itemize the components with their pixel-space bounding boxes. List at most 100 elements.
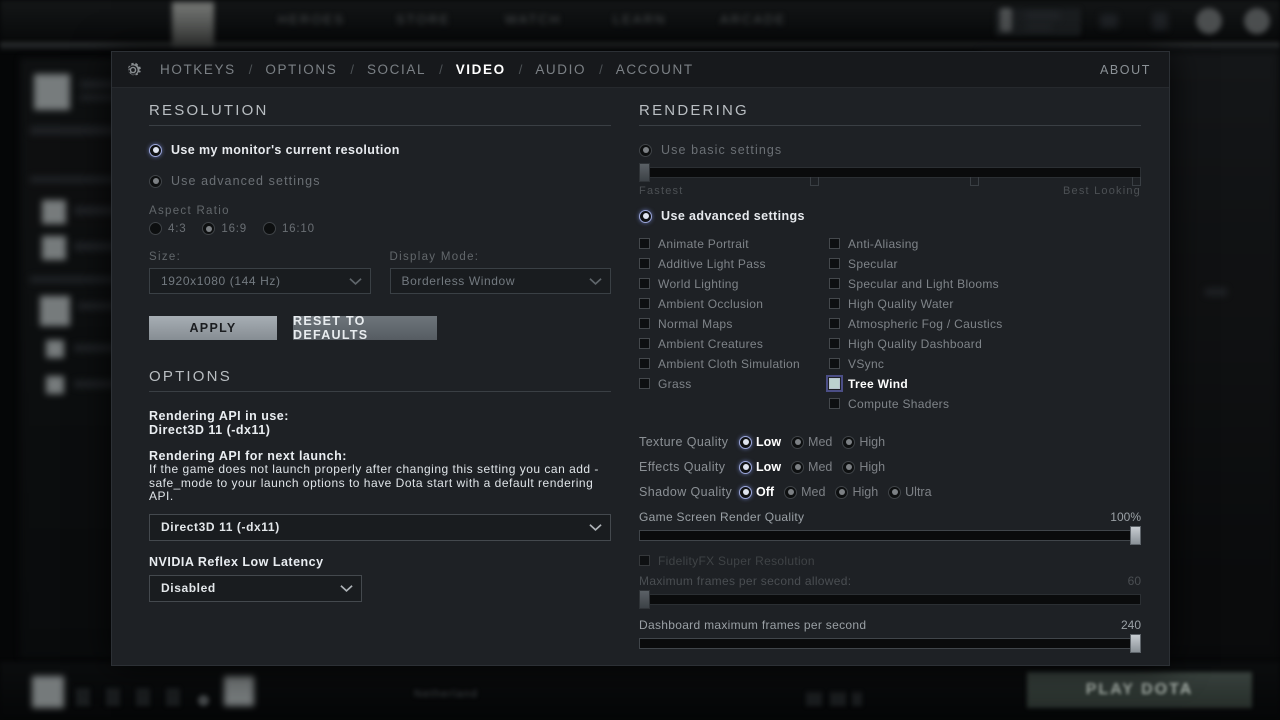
radio-effects-quality-med[interactable]: Med: [791, 460, 832, 474]
checkbox-anti-aliasing-box[interactable]: [829, 238, 841, 249]
dashboard-fps-slider-thumb[interactable]: [1130, 634, 1141, 653]
radio-effects-quality-med-dot[interactable]: [791, 460, 805, 474]
basic-quality-slider[interactable]: [639, 163, 1141, 186]
radio-effects-quality-high-dot[interactable]: [842, 460, 856, 474]
basic-quality-slider-thumb[interactable]: [639, 163, 651, 182]
checkbox-high-quality-water[interactable]: High Quality Water: [829, 297, 1069, 311]
checkbox-specular-light-blooms[interactable]: Specular and Light Blooms: [829, 277, 1069, 291]
tab-social[interactable]: SOCIAL: [365, 62, 428, 77]
radio-effects-quality-low[interactable]: Low: [739, 460, 781, 474]
tab-video[interactable]: VIDEO: [454, 62, 508, 77]
dashboard-fps-slider-track[interactable]: [639, 638, 1141, 649]
radio-aspect-4-3[interactable]: [149, 222, 162, 235]
rendering-section-title: RENDERING: [639, 102, 749, 119]
radio-shadow-quality-high[interactable]: High: [835, 485, 878, 499]
tab-account[interactable]: ACCOUNT: [614, 62, 696, 77]
checkbox-fidelityfx-super-resolution-box[interactable]: [639, 555, 651, 566]
checkbox-high-quality-water-box[interactable]: [829, 298, 841, 309]
radio-aspect-16-9[interactable]: [202, 222, 216, 235]
basic-quality-slider-track[interactable]: [639, 167, 1141, 178]
radio-texture-quality-high-dot[interactable]: [842, 435, 856, 449]
checkbox-specular-light-blooms-box[interactable]: [829, 278, 841, 289]
radio-texture-quality-med-dot[interactable]: [791, 435, 805, 449]
checkbox-specular-box[interactable]: [829, 258, 841, 269]
checkbox-high-quality-dashboard-box[interactable]: [829, 338, 841, 349]
radio-use-monitor-resolution-dot[interactable]: [149, 143, 162, 157]
render-quality-slider[interactable]: [639, 526, 1141, 545]
checkbox-compute-shaders[interactable]: Compute Shaders: [829, 397, 1069, 411]
checkbox-normal-maps[interactable]: Normal Maps: [639, 317, 829, 331]
radio-texture-quality-low-dot[interactable]: [739, 435, 753, 449]
checkbox-animate-portrait[interactable]: Animate Portrait: [639, 237, 829, 251]
radio-texture-quality-high[interactable]: High: [842, 435, 885, 449]
apply-button[interactable]: APPLY: [149, 316, 277, 340]
rendering-api-dropdown[interactable]: Direct3D 11 (-dx11): [149, 513, 612, 541]
radio-effects-quality-high[interactable]: High: [842, 460, 885, 474]
checkbox-ambient-cloth-simulation-box[interactable]: [639, 358, 651, 369]
checkbox-additive-light-pass[interactable]: Additive Light Pass: [639, 257, 829, 271]
radio-shadow-quality-off[interactable]: Off: [739, 485, 774, 499]
max-fps-slider[interactable]: [639, 590, 1141, 609]
checkbox-grass[interactable]: Grass: [639, 377, 829, 391]
radio-shadow-quality-off-dot[interactable]: [739, 485, 753, 499]
checkbox-atmospheric-fog-caustics[interactable]: Atmospheric Fog / Caustics: [829, 317, 1069, 331]
about-link[interactable]: ABOUT: [1100, 63, 1151, 77]
checkbox-anti-aliasing[interactable]: Anti-Aliasing: [829, 237, 1069, 251]
checkbox-ambient-cloth-simulation[interactable]: Ambient Cloth Simulation: [639, 357, 829, 371]
chevron-down-icon: [348, 277, 362, 285]
radio-use-advanced-rendering[interactable]: Use advanced settings: [639, 209, 1141, 223]
radio-shadow-quality-med-dot[interactable]: [784, 485, 798, 499]
checkbox-grass-box[interactable]: [639, 378, 651, 389]
checkbox-atmospheric-fog-caustics-box[interactable]: [829, 318, 841, 329]
radio-shadow-quality-high-dot[interactable]: [835, 485, 849, 499]
radio-effects-quality-low-dot[interactable]: [739, 460, 753, 474]
basic-quality-slider-tick-1: [809, 177, 819, 186]
radio-use-monitor-resolution[interactable]: Use my monitor's current resolution: [149, 143, 611, 157]
checkbox-ambient-occlusion-box[interactable]: [639, 298, 651, 309]
tab-audio[interactable]: AUDIO: [533, 62, 588, 77]
dashboard-fps-label: Dashboard maximum frames per second: [639, 618, 867, 632]
size-dropdown[interactable]: 1920x1080 (144 Hz): [149, 268, 371, 294]
checkbox-specular[interactable]: Specular: [829, 257, 1069, 271]
radio-texture-quality-med[interactable]: Med: [791, 435, 832, 449]
radio-texture-quality-low[interactable]: Low: [739, 435, 781, 449]
radio-use-advanced-resolution[interactable]: Use advanced settings: [149, 174, 611, 188]
checkbox-compute-shaders-box[interactable]: [829, 398, 841, 409]
radio-use-basic-settings[interactable]: Use basic settings: [639, 143, 1141, 157]
radio-use-basic-settings-dot[interactable]: [639, 143, 653, 157]
checkbox-animate-portrait-box[interactable]: [639, 238, 651, 249]
checkbox-world-lighting[interactable]: World Lighting: [639, 277, 829, 291]
checkbox-ambient-creatures-box[interactable]: [639, 338, 651, 349]
max-fps-slider-thumb[interactable]: [639, 590, 651, 609]
reset-to-defaults-button[interactable]: RESET TO DEFAULTS: [293, 314, 437, 342]
checkbox-vsync-box[interactable]: [829, 358, 841, 369]
max-fps-slider-track[interactable]: [639, 594, 1141, 605]
tab-hotkeys[interactable]: HOTKEYS: [158, 62, 238, 77]
display-mode-dropdown[interactable]: Borderless Window: [389, 268, 612, 294]
checkbox-additive-light-pass-box[interactable]: [639, 258, 651, 269]
checkbox-fidelityfx-super-resolution[interactable]: FidelityFX Super Resolution: [639, 554, 1141, 568]
radio-shadow-quality-ultra-dot[interactable]: [888, 485, 902, 499]
radio-use-advanced-resolution-dot[interactable]: [149, 174, 162, 188]
checkbox-vsync[interactable]: VSync: [829, 357, 1069, 371]
rendering-checkbox-grid: Animate Portrait Additive Light Pass Wor…: [639, 237, 1141, 417]
gear-icon[interactable]: [122, 59, 144, 81]
tab-options[interactable]: OPTIONS: [263, 62, 339, 77]
radio-shadow-quality-ultra[interactable]: Ultra: [888, 485, 932, 499]
checkbox-high-quality-dashboard[interactable]: High Quality Dashboard: [829, 337, 1069, 351]
render-quality-slider-track[interactable]: [639, 530, 1141, 541]
checkbox-tree-wind-box[interactable]: [826, 375, 844, 392]
checkbox-tree-wind[interactable]: Tree Wind: [826, 375, 1069, 392]
render-quality-slider-thumb[interactable]: [1130, 526, 1141, 545]
checkbox-normal-maps-box[interactable]: [639, 318, 651, 329]
radio-shadow-quality-med[interactable]: Med: [784, 485, 825, 499]
checkbox-ambient-occlusion[interactable]: Ambient Occlusion: [639, 297, 829, 311]
checkbox-ambient-creatures[interactable]: Ambient Creatures: [639, 337, 829, 351]
dashboard-fps-value: 240: [1120, 618, 1141, 632]
checkbox-world-lighting-box[interactable]: [639, 278, 651, 289]
dashboard-fps-slider[interactable]: [639, 634, 1141, 653]
max-fps-label: Maximum frames per second allowed:: [639, 574, 852, 588]
radio-aspect-16-10[interactable]: [262, 222, 276, 235]
radio-use-advanced-rendering-dot[interactable]: [639, 209, 653, 223]
nvidia-reflex-dropdown[interactable]: Disabled: [149, 574, 362, 602]
